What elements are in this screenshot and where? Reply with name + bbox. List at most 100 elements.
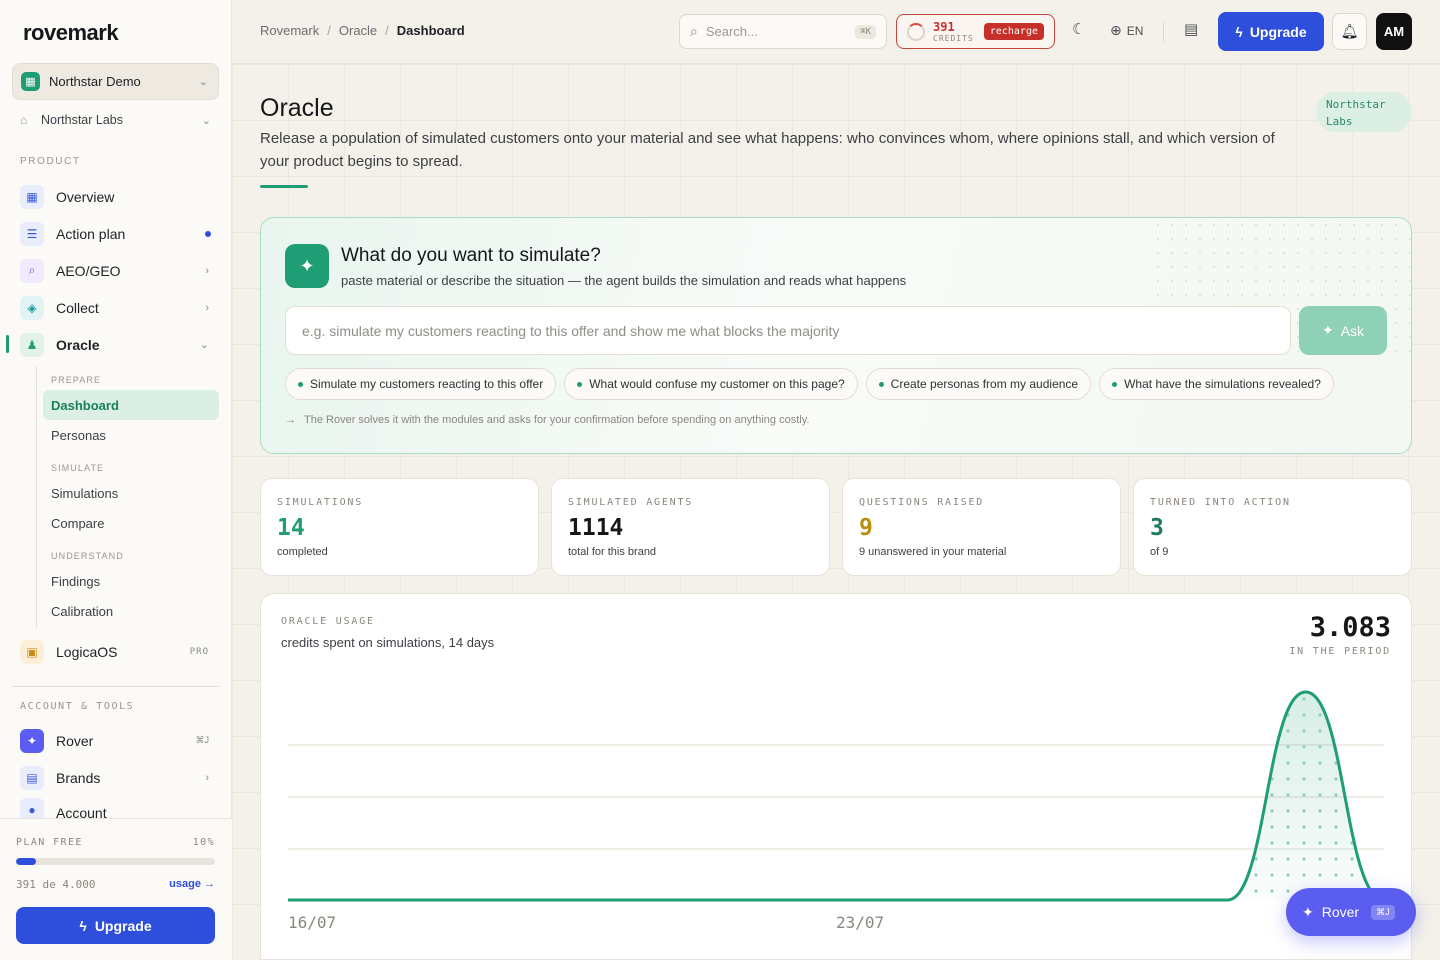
suggestion-chip[interactable]: Create personas from my audience: [865, 368, 1092, 400]
workspace-select[interactable]: ▦ Northstar Demo ⌄: [12, 63, 219, 100]
sidebar-item-label: Action plan: [56, 225, 126, 242]
plan-usage-amount: 391 de 4.000: [16, 878, 96, 891]
usage-subtitle: credits spent on simulations, 14 days: [281, 635, 495, 650]
ask-button[interactable]: ✦ Ask: [1299, 306, 1387, 355]
credits-value: 391: [933, 19, 955, 34]
plan-progress-bar: [16, 858, 215, 865]
header-upgrade-button[interactable]: ϟ Upgrade: [1218, 12, 1324, 51]
stat-card-questions-raised: QUESTIONS RAISED 9 9 unanswered in your …: [842, 478, 1121, 576]
list-check-icon: ☰: [20, 221, 44, 246]
rover-fab-button[interactable]: ✦ Rover ⌘J: [1286, 888, 1416, 936]
bell-icon: 🔔︎: [1340, 23, 1359, 39]
usage-link[interactable]: usage →: [169, 878, 215, 891]
sidebar-subitem-findings[interactable]: Findings: [43, 566, 219, 596]
sidebar-item-brands[interactable]: ▤ Brands ›: [12, 761, 219, 794]
chip-dot: [577, 381, 583, 387]
plan-percent: 10%: [192, 837, 215, 848]
credits-widget[interactable]: 391 CREDITS recharge: [896, 14, 1055, 49]
document-icon[interactable]: ▤: [1184, 20, 1198, 38]
chevron-right-icon: ›: [205, 264, 209, 277]
sparkle-icon: ✦: [1321, 322, 1334, 338]
chip-label: What have the simulations revealed?: [1124, 377, 1321, 391]
sparkle-icon: ✦: [20, 728, 44, 753]
upgrade-label: Upgrade: [94, 917, 152, 934]
submenu-heading-prepare: PREPARE: [51, 375, 102, 385]
plan-panel: PLAN FREE 10% 391 de 4.000 usage → ϟ Upg…: [0, 818, 232, 960]
submenu-heading-understand: UNDERSTAND: [51, 551, 124, 561]
sidebar-item-overview[interactable]: ▦ Overview: [12, 180, 219, 213]
simulate-subtitle: paste material or describe the situation…: [341, 273, 907, 288]
sidebar-item-oracle[interactable]: ♟ Oracle ⌄: [12, 328, 219, 361]
chip-dot: [878, 381, 884, 387]
sidebar-subitem-compare[interactable]: Compare: [43, 508, 219, 538]
credits-text: 391 CREDITS: [933, 21, 974, 43]
sidebar-item-account[interactable]: ● Account: [12, 798, 219, 818]
recharge-button[interactable]: recharge: [983, 23, 1044, 40]
org-chip: Northstar Labs: [1316, 92, 1412, 132]
stat-value: 14: [277, 515, 305, 541]
usage-area: [288, 692, 1384, 900]
top-bar: Rovemark / Oracle / Dashboard ⌕ Search..…: [232, 0, 1440, 64]
suggestion-chip[interactable]: Simulate my customers reacting to this o…: [285, 368, 557, 400]
chevron-right-icon: ›: [205, 771, 209, 784]
active-indicator: [6, 335, 9, 353]
sidebar-item-logicaos[interactable]: ▣ LogicaOS PRO: [12, 635, 219, 668]
language-select[interactable]: ⊕ EN: [1110, 22, 1143, 39]
notification-dot: [205, 230, 211, 237]
layers-icon: ◈: [20, 295, 44, 320]
plan-label: PLAN FREE: [16, 837, 83, 848]
user-icon: ●: [20, 798, 44, 818]
breadcrumb-separator: /: [327, 23, 331, 38]
suggestion-chip[interactable]: What have the simulations revealed?: [1099, 368, 1334, 400]
stat-label: SIMULATED AGENTS: [568, 497, 694, 508]
stat-card-simulated-agents: SIMULATED AGENTS 1114 total for this bra…: [551, 478, 830, 576]
breadcrumb: Rovemark / Oracle / Dashboard: [260, 23, 465, 38]
notifications-button[interactable]: 🔔︎: [1332, 13, 1367, 50]
chevron-down-icon: ⌄: [198, 76, 208, 88]
search-box[interactable]: ⌕ Search... ⌘K: [679, 14, 887, 49]
stat-sub: total for this brand: [568, 546, 657, 558]
simulate-input[interactable]: [285, 306, 1291, 355]
credits-label: CREDITS: [933, 33, 974, 43]
bolt-icon: ϟ: [1235, 23, 1243, 40]
stat-value: 1114: [568, 515, 624, 541]
chip-dot: [1112, 381, 1118, 387]
app-logo[interactable]: rovemark: [23, 20, 119, 46]
suggestion-chips: Simulate my customers reacting to this o…: [285, 368, 1334, 400]
sidebar-item-aeo-geo[interactable]: ⌕ AEO/GEO ›: [12, 254, 219, 287]
tag-icon: ⌂: [20, 113, 28, 127]
language-label: EN: [1126, 23, 1144, 38]
sparkle-icon: ✦: [285, 244, 329, 288]
avatar[interactable]: AM: [1376, 13, 1412, 50]
stat-value: 3: [1150, 515, 1164, 541]
usage-total: 3.083: [1309, 612, 1391, 643]
shortcut-hint: ⌘J: [1371, 904, 1395, 920]
sidebar-upgrade-button[interactable]: ϟ Upgrade: [16, 907, 215, 944]
sidebar-item-collect[interactable]: ◈ Collect ›: [12, 291, 219, 324]
breadcrumb-item[interactable]: Oracle: [339, 23, 377, 38]
sidebar-item-label: LogicaOS: [56, 643, 118, 660]
moon-icon[interactable]: ☾: [1072, 20, 1085, 38]
sidebar-subitem-personas[interactable]: Personas: [43, 420, 219, 450]
simulate-title: What do you want to simulate?: [341, 245, 601, 266]
suggestion-chip[interactable]: What would confuse my customer on this p…: [564, 368, 858, 400]
submenu-guide-line: [36, 366, 37, 628]
breadcrumb-item[interactable]: Rovemark: [260, 23, 319, 38]
upgrade-label: Upgrade: [1249, 23, 1307, 40]
sidebar-divider: [12, 686, 219, 687]
title-underline: [260, 185, 308, 188]
sidebar-subitem-dashboard[interactable]: Dashboard: [43, 390, 219, 420]
usage-line: [288, 690, 1385, 902]
chip-icon: ▣: [20, 639, 44, 664]
submenu-heading-simulate: SIMULATE: [51, 463, 105, 473]
breadcrumb-separator: /: [385, 23, 389, 38]
sidebar-subitem-simulations[interactable]: Simulations: [43, 478, 219, 508]
search-icon: ⌕: [690, 23, 698, 39]
search-shortcut: ⌘K: [855, 24, 876, 39]
sidebar-item-rover[interactable]: ✦ Rover ⌘J: [12, 724, 219, 757]
breadcrumb-current: Dashboard: [396, 23, 465, 38]
org-select[interactable]: ⌂ Northstar Labs ⌄: [20, 110, 211, 130]
sidebar-item-action-plan[interactable]: ☰ Action plan: [12, 217, 219, 250]
workspace-icon: ▦: [21, 72, 40, 91]
sidebar-subitem-calibration[interactable]: Calibration: [43, 596, 219, 626]
